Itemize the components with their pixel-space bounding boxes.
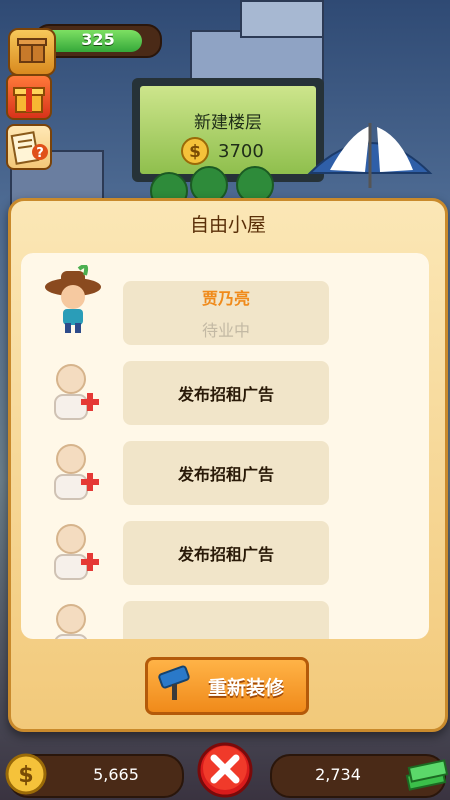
new-floor-billboard[interactable]: 新建楼层 $ 3700 bbox=[132, 78, 324, 182]
tenant-info[interactable]: 贾乃亮 待业中 bbox=[123, 281, 329, 345]
tenant-slot-occupied[interactable]: 贾乃亮 待业中 bbox=[21, 253, 429, 349]
tenant-avatar bbox=[45, 265, 101, 333]
add-tenant-icon bbox=[54, 364, 99, 420]
svg-text:?: ? bbox=[36, 146, 44, 161]
coin-icon: $ bbox=[181, 137, 209, 165]
bottom-hud: $ 5,665 2,734 bbox=[0, 736, 450, 800]
svg-text:$: $ bbox=[189, 142, 201, 162]
umbrella-decoration bbox=[307, 123, 433, 188]
tenant-name: 贾乃亮 bbox=[201, 289, 250, 308]
gift-icon[interactable] bbox=[6, 74, 52, 120]
coin-counter[interactable]: $ 5,665 bbox=[5, 753, 184, 798]
panel-title: 自由小屋 bbox=[189, 214, 266, 236]
post-rental-ad-label: 发布招租广告 bbox=[177, 385, 274, 404]
post-rental-ad-button[interactable]: 发布招租广告 bbox=[123, 361, 329, 425]
billboard-price: 3700 bbox=[218, 140, 264, 162]
add-tenant-icon bbox=[54, 524, 99, 580]
billboard-title: 新建楼层 bbox=[194, 113, 262, 133]
tenant-status: 待业中 bbox=[201, 321, 250, 340]
coin-value: 5,665 bbox=[93, 765, 139, 784]
paint-roller-icon bbox=[158, 665, 190, 700]
tenant-slot-vacant[interactable]: 发布招租广告 bbox=[21, 347, 429, 429]
tenant-slot-list[interactable]: 贾乃亮 待业中 发布招租广告 发布招租广告 发布招租广告 bbox=[21, 253, 429, 639]
cash-value: 2,734 bbox=[315, 765, 361, 784]
post-rental-ad-button[interactable]: 发布招租广告 bbox=[123, 521, 329, 585]
renovate-button[interactable]: 重新装修 bbox=[145, 657, 309, 715]
post-rental-ad-button[interactable] bbox=[123, 601, 329, 639]
add-tenant-icon bbox=[54, 604, 88, 639]
post-rental-ad-label: 发布招租广告 bbox=[177, 545, 274, 564]
post-rental-ad-label: 发布招租广告 bbox=[177, 465, 274, 484]
quest-scroll-icon[interactable]: ? bbox=[6, 124, 52, 170]
cash-counter[interactable]: 2,734 bbox=[270, 754, 449, 798]
tenant-slot-vacant[interactable]: 发布招租广告 bbox=[21, 507, 429, 589]
close-icon[interactable] bbox=[192, 740, 258, 798]
add-tenant-icon bbox=[54, 444, 99, 500]
renovate-label: 重新装修 bbox=[208, 676, 285, 699]
xp-meter[interactable]: 325 bbox=[4, 18, 162, 76]
building-rooftop bbox=[240, 0, 324, 38]
svg-text:$: $ bbox=[18, 763, 33, 788]
tenant-slot-vacant[interactable]: 发布招租广告 bbox=[21, 427, 429, 509]
post-rental-ad-button[interactable]: 发布招租广告 bbox=[123, 441, 329, 505]
coin-icon: $ bbox=[5, 753, 47, 795]
tenant-slot-vacant[interactable] bbox=[21, 587, 429, 639]
crate-icon[interactable] bbox=[8, 28, 56, 76]
building-detail-panel: 自由小屋 贾乃亮 待业中 发布招租广告 发布招租广告 发布招租广告 重新装修 bbox=[8, 198, 448, 732]
cash-stack-icon bbox=[405, 759, 449, 791]
